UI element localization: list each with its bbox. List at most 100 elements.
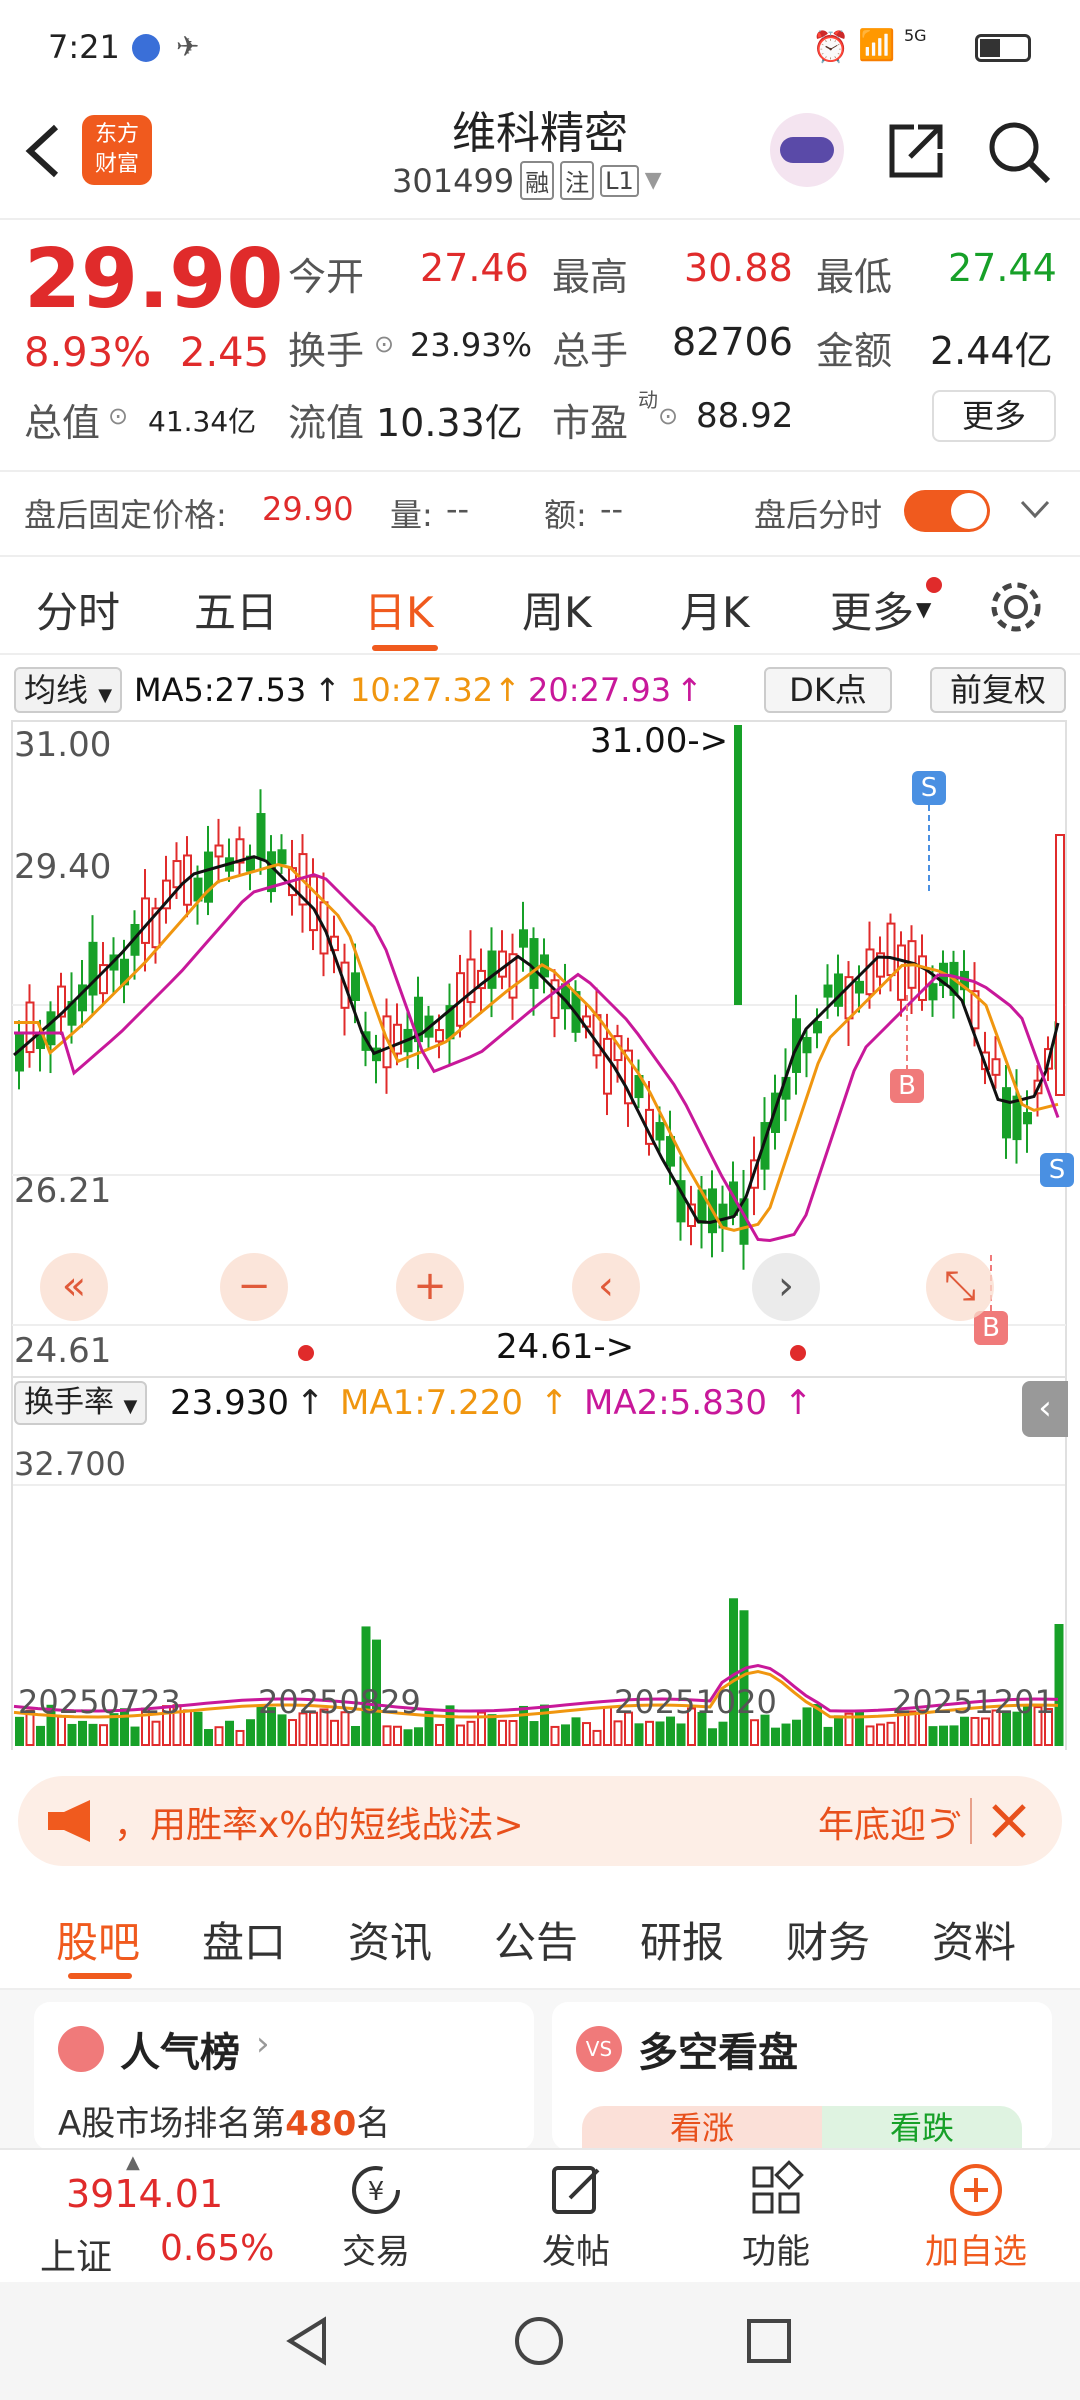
trade-button[interactable]: ¥ 交易 [296, 2160, 456, 2273]
stock-code-row[interactable]: 301499 融 注 L1 ▼ [392, 161, 662, 200]
nav-recents-icon[interactable] [744, 2316, 794, 2366]
after-volume-value: -- [446, 490, 470, 528]
caret-up-icon: ▲ [126, 2152, 140, 2173]
turnover-bar [949, 1725, 959, 1747]
high-value: 30.88 [684, 246, 793, 290]
turnover-bar [739, 1610, 749, 1746]
zoom-in-button[interactable]: + [396, 1253, 464, 1321]
collapse-panel-button[interactable]: ‹ [1022, 1381, 1068, 1437]
close-icon[interactable] [986, 1798, 1032, 1844]
nav-back-icon[interactable] [282, 2314, 332, 2368]
app-notification-icon [132, 34, 160, 62]
tab-more[interactable]: 更多 [830, 579, 914, 640]
back-icon[interactable] [20, 121, 66, 181]
date-label: 20250829 [258, 1683, 421, 1721]
chart-bar-icon [58, 2026, 104, 2072]
add-watchlist-button[interactable]: 加自选 [896, 2160, 1056, 2273]
promo-banner[interactable]: ，用胜率x%的短线战法> 年底迎ゔ [18, 1776, 1062, 1866]
zoom-out-button[interactable]: − [220, 1253, 288, 1321]
popularity-card[interactable]: 人气榜 › A股市场排名第480名 [34, 2002, 534, 2150]
after-amount-label: 额: [544, 496, 587, 534]
robot-assistant-icon[interactable] [770, 113, 844, 187]
megaphone-icon [48, 1800, 90, 1842]
candle-body [823, 984, 833, 998]
tab-news[interactable]: 资讯 [348, 1909, 432, 1970]
logo-line1: 东方 [94, 122, 139, 147]
info-icon[interactable]: ⊙ [658, 402, 678, 430]
notification-dot [926, 577, 942, 593]
scroll-far-left-button[interactable]: « [40, 1253, 108, 1321]
duokong-title: 多空看盘 [638, 2030, 798, 2076]
after-hours-label: 盘后固定价格: [24, 496, 227, 534]
turnover-bar [382, 1725, 392, 1746]
after-hours-toggle[interactable] [904, 490, 990, 532]
bull-button[interactable]: 看涨 [582, 2106, 822, 2150]
nav-home-icon[interactable] [512, 2314, 566, 2368]
tab-weekly-k[interactable]: 周K [522, 579, 592, 640]
network-label: 5G [904, 26, 927, 45]
divider [0, 470, 1080, 472]
candle-body [487, 950, 497, 989]
candle-body [141, 897, 150, 944]
sub-indicator-label: 换手率 [24, 1385, 114, 1420]
info-icon[interactable]: ⊙ [108, 402, 128, 430]
tab-order-book[interactable]: 盘口 [202, 1909, 286, 1970]
sell-signal[interactable]: S [912, 771, 946, 805]
after-volume-label: 量: [390, 496, 433, 534]
turnover-bar [508, 1720, 518, 1747]
tab-monthly-k[interactable]: 月K [680, 579, 750, 640]
scroll-right-button[interactable]: › [752, 1253, 820, 1321]
tab-research[interactable]: 研报 [640, 1909, 724, 1970]
chevron-down-icon[interactable] [1018, 498, 1052, 522]
turnover-bar [288, 1719, 297, 1747]
candle-body [897, 944, 906, 1001]
candle-body [865, 948, 875, 996]
eastmoney-logo[interactable]: 东方 财富 [82, 115, 152, 185]
low-label: 最低 [816, 255, 893, 299]
volume-y-label: 32.700 [14, 1445, 126, 1483]
date-label: 20251201 [892, 1683, 1055, 1721]
sell-signal[interactable]: S [1040, 1153, 1074, 1187]
svg-text:¥: ¥ [368, 2177, 385, 2207]
index-name[interactable]: 上证 [40, 2228, 112, 2280]
buy-signal[interactable]: B [890, 1069, 924, 1103]
tab-five-day[interactable]: 五日 [194, 579, 278, 640]
turnover-ma2: MA2:5.830 [584, 1383, 768, 1423]
bull-bear-card[interactable]: VS 多空看盘 看涨 看跌 [552, 2002, 1052, 2150]
candle-body [435, 1029, 444, 1043]
turnover-bar [676, 1723, 686, 1747]
candle-body [603, 1037, 612, 1095]
candle-body [172, 860, 182, 889]
settings-gear-icon[interactable] [988, 579, 1044, 635]
up-arrow-icon: ↑ [296, 1383, 325, 1423]
buy-signal[interactable]: B [974, 1311, 1008, 1345]
search-icon[interactable] [984, 117, 1054, 187]
more-button[interactable]: 更多 [932, 390, 1056, 442]
sub-indicator-selector[interactable]: 换手率 ▼ [14, 1381, 148, 1425]
turnover-bar [645, 1720, 654, 1746]
share-icon[interactable] [884, 119, 948, 183]
scroll-left-button[interactable]: ‹ [572, 1253, 640, 1321]
tab-financials[interactable]: 财务 [786, 1909, 870, 1970]
functions-button[interactable]: 功能 [696, 2160, 856, 2273]
tab-forum[interactable]: 股吧 [56, 1909, 140, 1970]
bear-button[interactable]: 看跌 [822, 2106, 1022, 2150]
index-change[interactable]: 0.65% [160, 2228, 274, 2269]
tab-profile[interactable]: 资料 [932, 1909, 1016, 1970]
turnover-bar [151, 1720, 161, 1747]
y-label-top: 31.00 [14, 725, 112, 765]
turnover-bar [529, 1721, 539, 1747]
index-value[interactable]: 3914.01 [66, 2172, 223, 2216]
candle-body [855, 980, 864, 994]
candlestick-chart[interactable] [0, 655, 1080, 1750]
y-label-bottom: 24.61 [14, 1331, 112, 1371]
info-icon[interactable]: ⊙ [374, 330, 394, 358]
turnover-bar [1054, 1624, 1064, 1746]
fullscreen-icon[interactable]: ⤡ [926, 1253, 994, 1321]
tab-daily-k[interactable]: 日K [364, 579, 434, 640]
post-button[interactable]: 发帖 [496, 2160, 656, 2273]
tab-announcements[interactable]: 公告 [494, 1909, 578, 1970]
tab-intraday[interactable]: 分时 [36, 579, 120, 640]
turnover-bar [939, 1725, 948, 1746]
logo-line2: 财富 [94, 152, 139, 177]
